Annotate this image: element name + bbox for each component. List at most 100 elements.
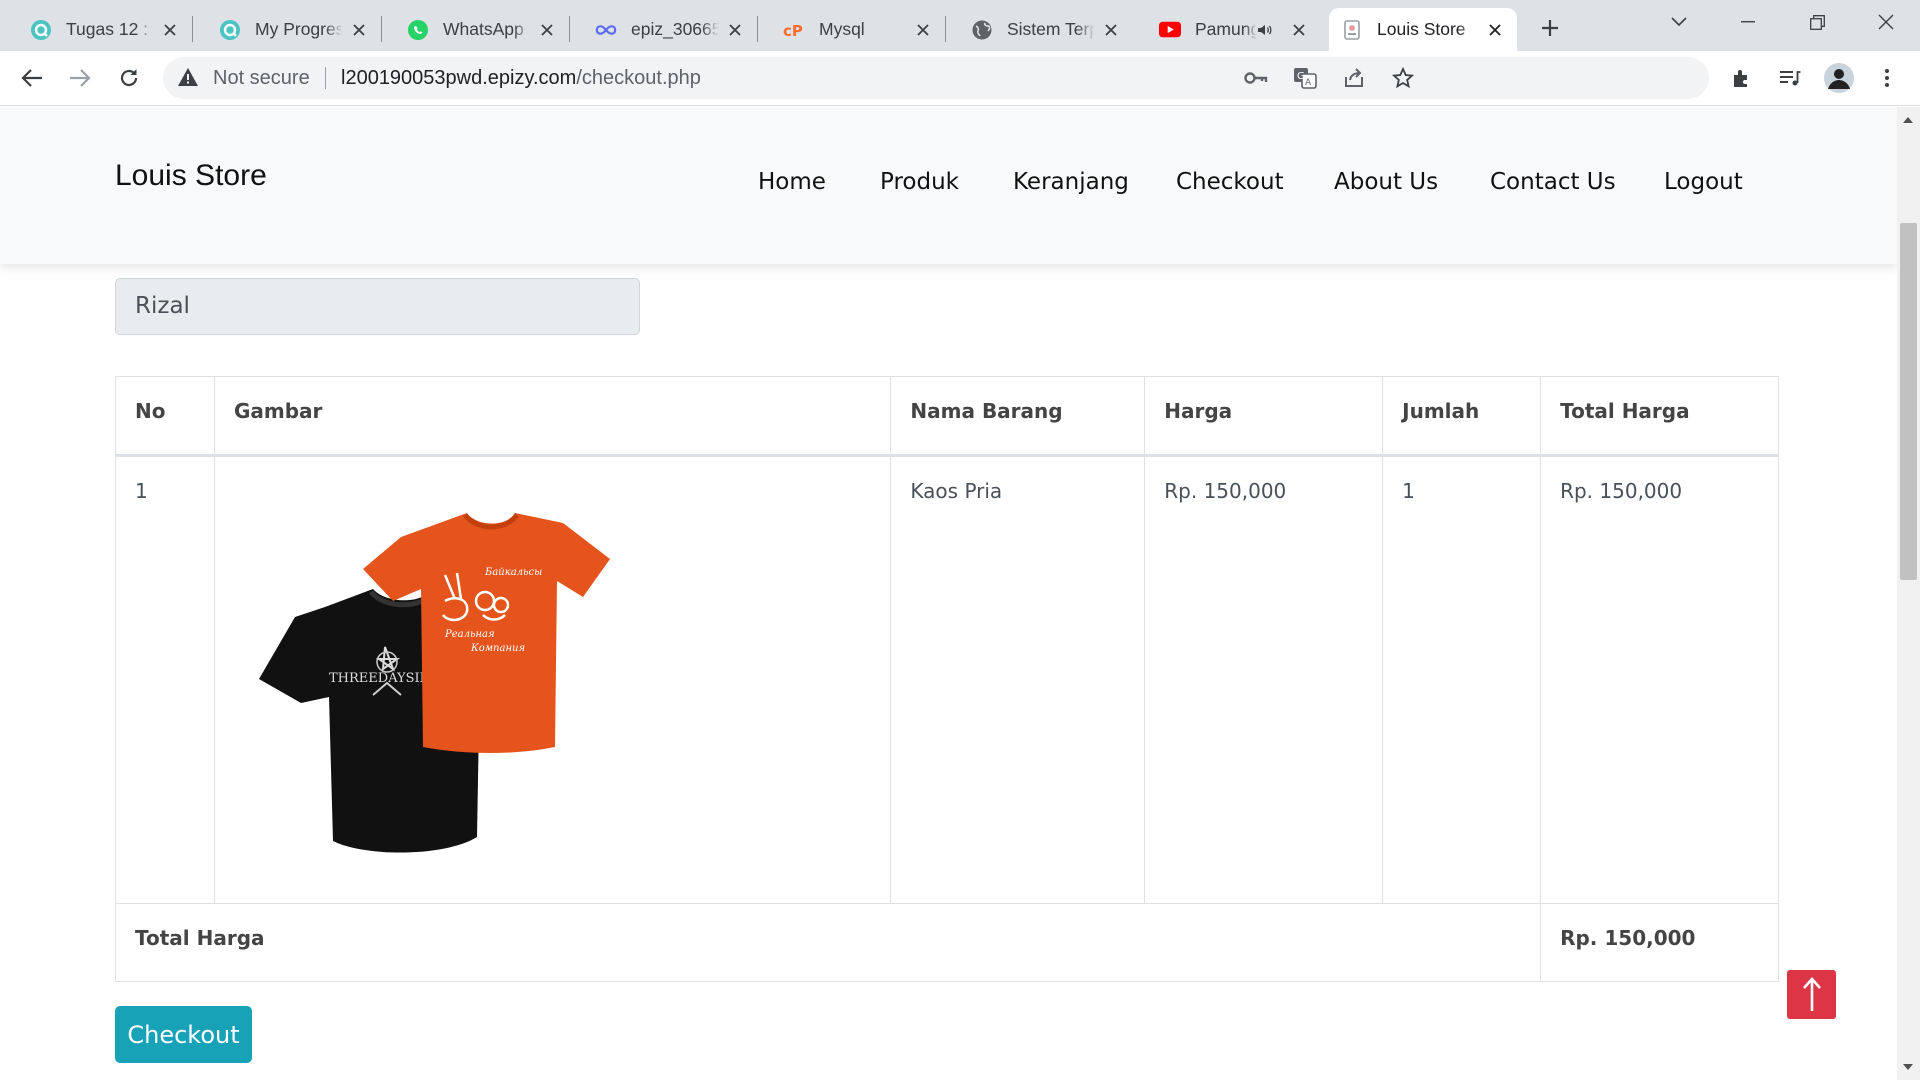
quizlet-icon — [219, 19, 241, 41]
svg-text:cP: cP — [783, 22, 803, 39]
tab-title: Tugas 12 : Project Akhir — [66, 19, 154, 39]
close-icon[interactable] — [1101, 20, 1121, 40]
footer-label: Total Harga — [114, 903, 1542, 982]
tab-tugas[interactable]: Tugas 12 : Project Akhir — [18, 8, 193, 51]
tab-title: epiz_30665 — [631, 19, 719, 39]
tab-title: WhatsApp — [443, 19, 524, 39]
close-window-button[interactable] — [1857, 0, 1915, 44]
menu-icon[interactable] — [1870, 61, 1904, 95]
url-path: /checkout.php — [576, 67, 701, 89]
youtube-icon — [1159, 19, 1181, 41]
close-icon[interactable] — [1485, 20, 1505, 40]
cpanel-icon: cP — [783, 19, 805, 41]
nav-produk[interactable]: Produk — [880, 169, 959, 195]
svg-text:G: G — [1297, 71, 1305, 82]
address-bar[interactable]: Not secure l200190053pwd.epizy.com/check… — [163, 57, 1709, 99]
table-header-row: No Gambar Nama Barang Harga Jumlah Total… — [115, 376, 1779, 457]
tab-youtube[interactable]: Pamungkas — [1147, 8, 1321, 51]
svg-text:Реальная: Реальная — [444, 629, 495, 640]
nav-contact-us[interactable]: Contact Us — [1490, 169, 1616, 195]
page-viewport: Louis Store Home Produk Keranjang Checko… — [0, 107, 1897, 1080]
header-jumlah: Jumlah — [1382, 376, 1542, 457]
svg-text:Байкальсы: Байкальсы — [484, 567, 542, 578]
new-tab-button[interactable] — [1534, 12, 1566, 44]
header-total-harga: Total Harga — [1540, 376, 1779, 457]
tab-separator — [381, 16, 382, 42]
url-host: l200190053pwd.epizy.com — [341, 67, 577, 89]
warning-icon[interactable] — [177, 67, 199, 89]
page-scrollbar[interactable] — [1897, 107, 1920, 1080]
footer-total: Rp. 150,000 — [1540, 903, 1779, 982]
tab-separator — [569, 16, 570, 42]
close-icon[interactable] — [160, 20, 180, 40]
site-brand[interactable]: Louis Store — [115, 159, 267, 193]
security-label[interactable]: Not secure — [213, 67, 310, 90]
speaker-icon[interactable] — [1257, 23, 1273, 37]
translate-icon[interactable]: GA — [1292, 65, 1318, 91]
tab-title: Pamungkas — [1195, 19, 1257, 39]
avatar[interactable] — [1822, 61, 1856, 95]
tab-title: My Progress — [255, 19, 343, 39]
close-icon[interactable] — [725, 20, 745, 40]
tab-louis-store[interactable]: Louis Store — [1329, 8, 1517, 51]
tab-separator — [945, 16, 946, 42]
scroll-up-icon[interactable] — [1903, 117, 1913, 123]
close-icon[interactable] — [537, 20, 557, 40]
nav-about-us[interactable]: About Us — [1334, 169, 1438, 195]
tab-separator — [192, 16, 193, 42]
nav-logout[interactable]: Logout — [1664, 169, 1743, 195]
site-navbar: Louis Store Home Produk Keranjang Checko… — [0, 107, 1897, 264]
tab-sistem[interactable]: Sistem Terpadu — [959, 8, 1133, 51]
browser-toolbar: Not secure l200190053pwd.epizy.com/check… — [0, 51, 1920, 106]
header-harga: Harga — [1144, 376, 1384, 457]
share-icon[interactable] — [1341, 65, 1367, 91]
address-divider — [325, 67, 326, 89]
scroll-down-icon[interactable] — [1903, 1064, 1913, 1070]
media-control-icon[interactable] — [1773, 61, 1807, 95]
cell-price: Rp. 150,000 — [1144, 455, 1384, 904]
page-icon — [1341, 19, 1363, 41]
close-icon[interactable] — [913, 20, 933, 40]
minimize-button[interactable] — [1719, 0, 1777, 44]
tab-title: Louis Store — [1377, 19, 1466, 39]
tab-search-button[interactable] — [1650, 0, 1708, 44]
header-no: No — [115, 376, 215, 457]
back-to-top-button[interactable] — [1787, 970, 1836, 1019]
infinity-icon — [595, 19, 617, 41]
whatsapp-icon — [407, 19, 429, 41]
cell-name: Kaos Pria — [890, 455, 1146, 904]
reload-button[interactable] — [112, 61, 146, 95]
cell-qty: 1 — [1382, 455, 1542, 904]
tab-separator — [757, 16, 758, 42]
close-icon[interactable] — [1289, 20, 1309, 40]
scrollbar-thumb[interactable] — [1900, 223, 1917, 580]
star-icon[interactable] — [1390, 65, 1416, 91]
customer-name-field[interactable]: Rizal — [115, 278, 640, 335]
nav-checkout[interactable]: Checkout — [1176, 169, 1284, 195]
svg-text:Компания: Компания — [470, 643, 525, 654]
header-gambar: Gambar — [213, 376, 892, 457]
tab-my-progress[interactable]: My Progress — [207, 8, 382, 51]
url-text[interactable]: l200190053pwd.epizy.com/checkout.php — [341, 67, 701, 90]
key-icon[interactable] — [1243, 65, 1269, 91]
header-nama-barang: Nama Barang — [890, 376, 1146, 457]
cell-total: Rp. 150,000 — [1540, 455, 1779, 904]
svg-text:A: A — [1305, 78, 1312, 88]
tab-mysql[interactable]: cP Mysql — [771, 8, 946, 51]
forward-button[interactable] — [63, 61, 97, 95]
extensions-icon[interactable] — [1725, 61, 1759, 95]
close-icon[interactable] — [349, 20, 369, 40]
tab-title: Mysql — [819, 19, 865, 39]
restore-button[interactable] — [1788, 0, 1846, 44]
tab-epiz[interactable]: epiz_30665 — [583, 8, 758, 51]
tab-whatsapp[interactable]: WhatsApp — [395, 8, 570, 51]
table-footer-row: Total Harga Rp. 150,000 — [114, 903, 1779, 982]
nav-home[interactable]: Home — [758, 169, 826, 195]
quizlet-icon — [30, 19, 52, 41]
browser-tab-strip: Tugas 12 : Project Akhir My Progress Wha… — [0, 0, 1920, 51]
t-shirt-image: THREEDAYSIND Байкальсы Реальная Компания — [259, 513, 610, 853]
arrow-up-icon — [1802, 976, 1821, 1011]
back-button[interactable] — [15, 61, 49, 95]
checkout-button[interactable]: Checkout — [115, 1006, 252, 1063]
nav-keranjang[interactable]: Keranjang — [1013, 169, 1129, 195]
